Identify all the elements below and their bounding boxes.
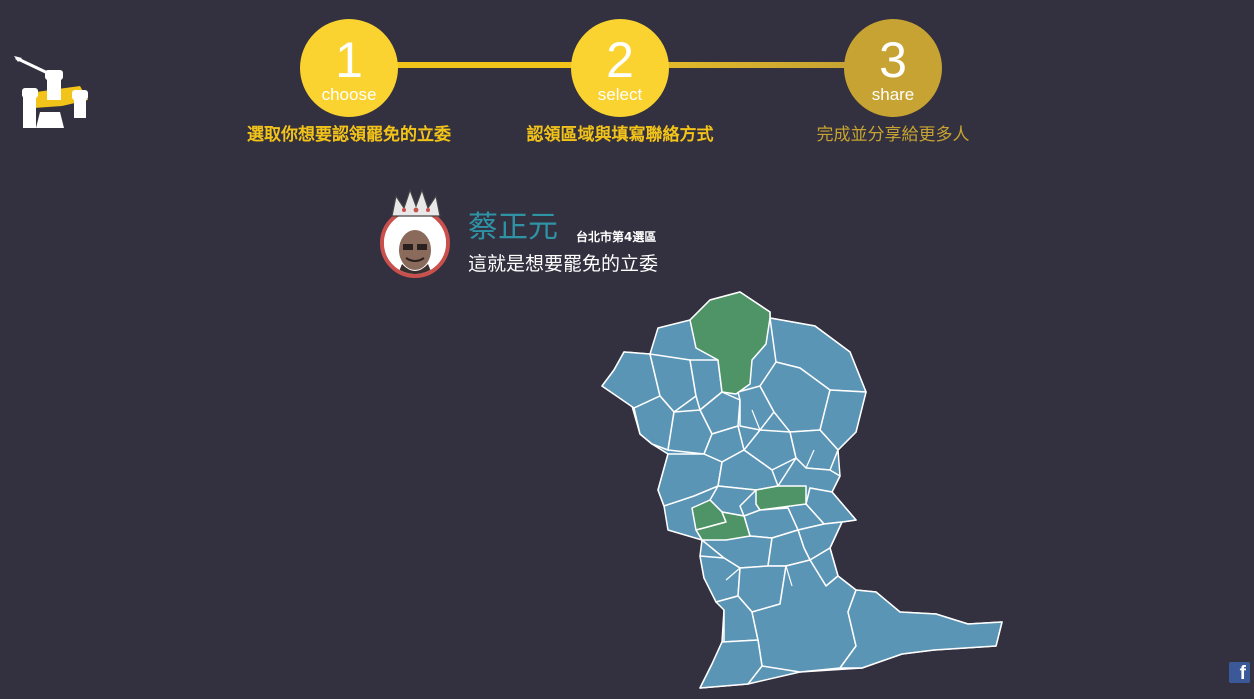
step-1-label: 選取你想要認領罷免的立委 [247,125,451,145]
candidate-district: 台北市第4選區 [576,230,657,244]
step-3-word: share [871,85,915,104]
step-progress: 1 choose 2 select 3 share 選取你想要認領罷免的立委 認… [0,0,1254,160]
crown-icon [390,188,442,218]
step-1-choose[interactable]: 1 choose [300,19,398,117]
district-area-30[interactable] [839,589,1003,669]
step-2-word: select [597,85,643,104]
facebook-icon[interactable]: f [1229,662,1250,683]
step-1-word: choose [321,85,377,104]
step-2-select[interactable]: 2 select [571,19,669,117]
step-2-number: 2 [606,32,634,88]
step-3-label: 完成並分享給更多人 [816,125,970,145]
candidate-avatar [380,208,450,278]
candidate-name: 蔡正元 [468,210,558,245]
candidate-description: 這就是想要罷免的立委 [468,253,659,275]
candidate-card: 蔡正元 台北市第4選區 這就是想要罷免的立委 [380,188,740,284]
step-3-number: 3 [879,32,907,88]
district-map [596,286,1008,690]
step-3-share[interactable]: 3 share [844,19,942,117]
step-1-number: 1 [335,32,363,88]
step-connector-2-3 [666,62,846,68]
step-connector-1-2 [396,62,574,68]
page: 1 choose 2 select 3 share 選取你想要認領罷免的立委 認… [0,0,1254,699]
step-2-label: 認領區域與填寫聯絡方式 [526,125,714,145]
